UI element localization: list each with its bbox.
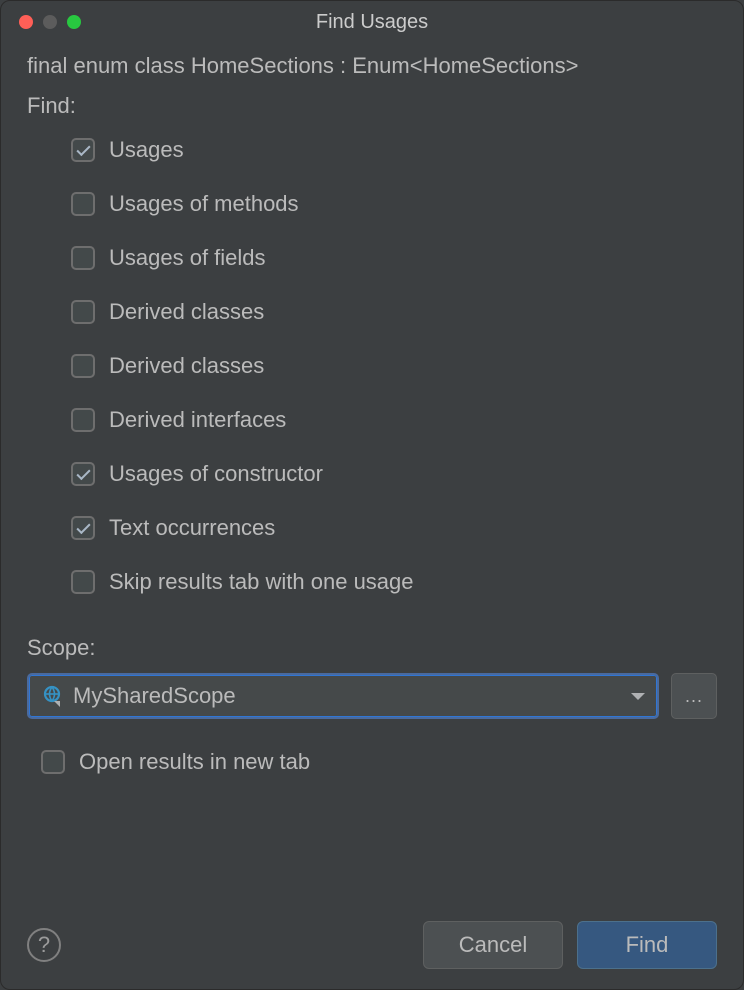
checkbox-usages-fields[interactable]	[71, 246, 95, 270]
checkbox-label: Derived classes	[109, 299, 264, 325]
find-button[interactable]: Find	[577, 921, 717, 969]
dialog-footer: ? Cancel Find	[27, 901, 717, 969]
open-new-tab-row: Open results in new tab	[27, 749, 717, 775]
minimize-window-button[interactable]	[43, 15, 57, 29]
scope-value: MySharedScope	[73, 683, 631, 709]
shared-scope-icon	[41, 685, 63, 707]
checkbox-derived-classes-2[interactable]	[71, 354, 95, 378]
class-signature: final enum class HomeSections : Enum<Hom…	[27, 53, 717, 79]
checkbox-derived-classes-1[interactable]	[71, 300, 95, 324]
checkbox-row-skip-results: Skip results tab with one usage	[71, 569, 717, 595]
scope-dropdown[interactable]: MySharedScope	[27, 673, 659, 719]
checkbox-usages-constructor[interactable]	[71, 462, 95, 486]
titlebar: Find Usages	[1, 1, 743, 43]
checkbox-usages[interactable]	[71, 138, 95, 162]
help-button[interactable]: ?	[27, 928, 61, 962]
checkbox-text-occurrences[interactable]	[71, 516, 95, 540]
checkbox-label: Skip results tab with one usage	[109, 569, 414, 595]
checkbox-derived-interfaces[interactable]	[71, 408, 95, 432]
checkbox-row-derived-interfaces: Derived interfaces	[71, 407, 717, 433]
checkbox-label: Text occurrences	[109, 515, 275, 541]
checkbox-label: Usages of fields	[109, 245, 266, 271]
checkbox-row-usages: Usages	[71, 137, 717, 163]
find-usages-dialog: Find Usages final enum class HomeSection…	[0, 0, 744, 990]
checkbox-skip-results[interactable]	[71, 570, 95, 594]
checkbox-label: Open results in new tab	[79, 749, 310, 775]
dialog-content: final enum class HomeSections : Enum<Hom…	[1, 43, 743, 989]
checkbox-label: Derived classes	[109, 353, 264, 379]
close-window-button[interactable]	[19, 15, 33, 29]
checkbox-row-usages-fields: Usages of fields	[71, 245, 717, 271]
checkbox-row-derived-classes-1: Derived classes	[71, 299, 717, 325]
scope-more-button[interactable]: ...	[671, 673, 717, 719]
checkbox-row-text-occurrences: Text occurrences	[71, 515, 717, 541]
checkbox-open-new-tab[interactable]	[41, 750, 65, 774]
find-options-list: Usages Usages of methods Usages of field…	[27, 137, 717, 595]
checkbox-row-usages-methods: Usages of methods	[71, 191, 717, 217]
checkbox-label: Usages of methods	[109, 191, 299, 217]
find-section-label: Find:	[27, 93, 717, 119]
scope-section-label: Scope:	[27, 635, 717, 661]
chevron-down-icon	[631, 693, 645, 700]
window-title: Find Usages	[316, 11, 428, 34]
checkbox-usages-methods[interactable]	[71, 192, 95, 216]
checkbox-label: Usages of constructor	[109, 461, 323, 487]
checkbox-row-derived-classes-2: Derived classes	[71, 353, 717, 379]
window-controls	[19, 15, 81, 29]
maximize-window-button[interactable]	[67, 15, 81, 29]
checkbox-label: Usages	[109, 137, 184, 163]
cancel-button[interactable]: Cancel	[423, 921, 563, 969]
checkbox-label: Derived interfaces	[109, 407, 286, 433]
checkbox-row-usages-constructor: Usages of constructor	[71, 461, 717, 487]
scope-row: MySharedScope ...	[27, 673, 717, 719]
